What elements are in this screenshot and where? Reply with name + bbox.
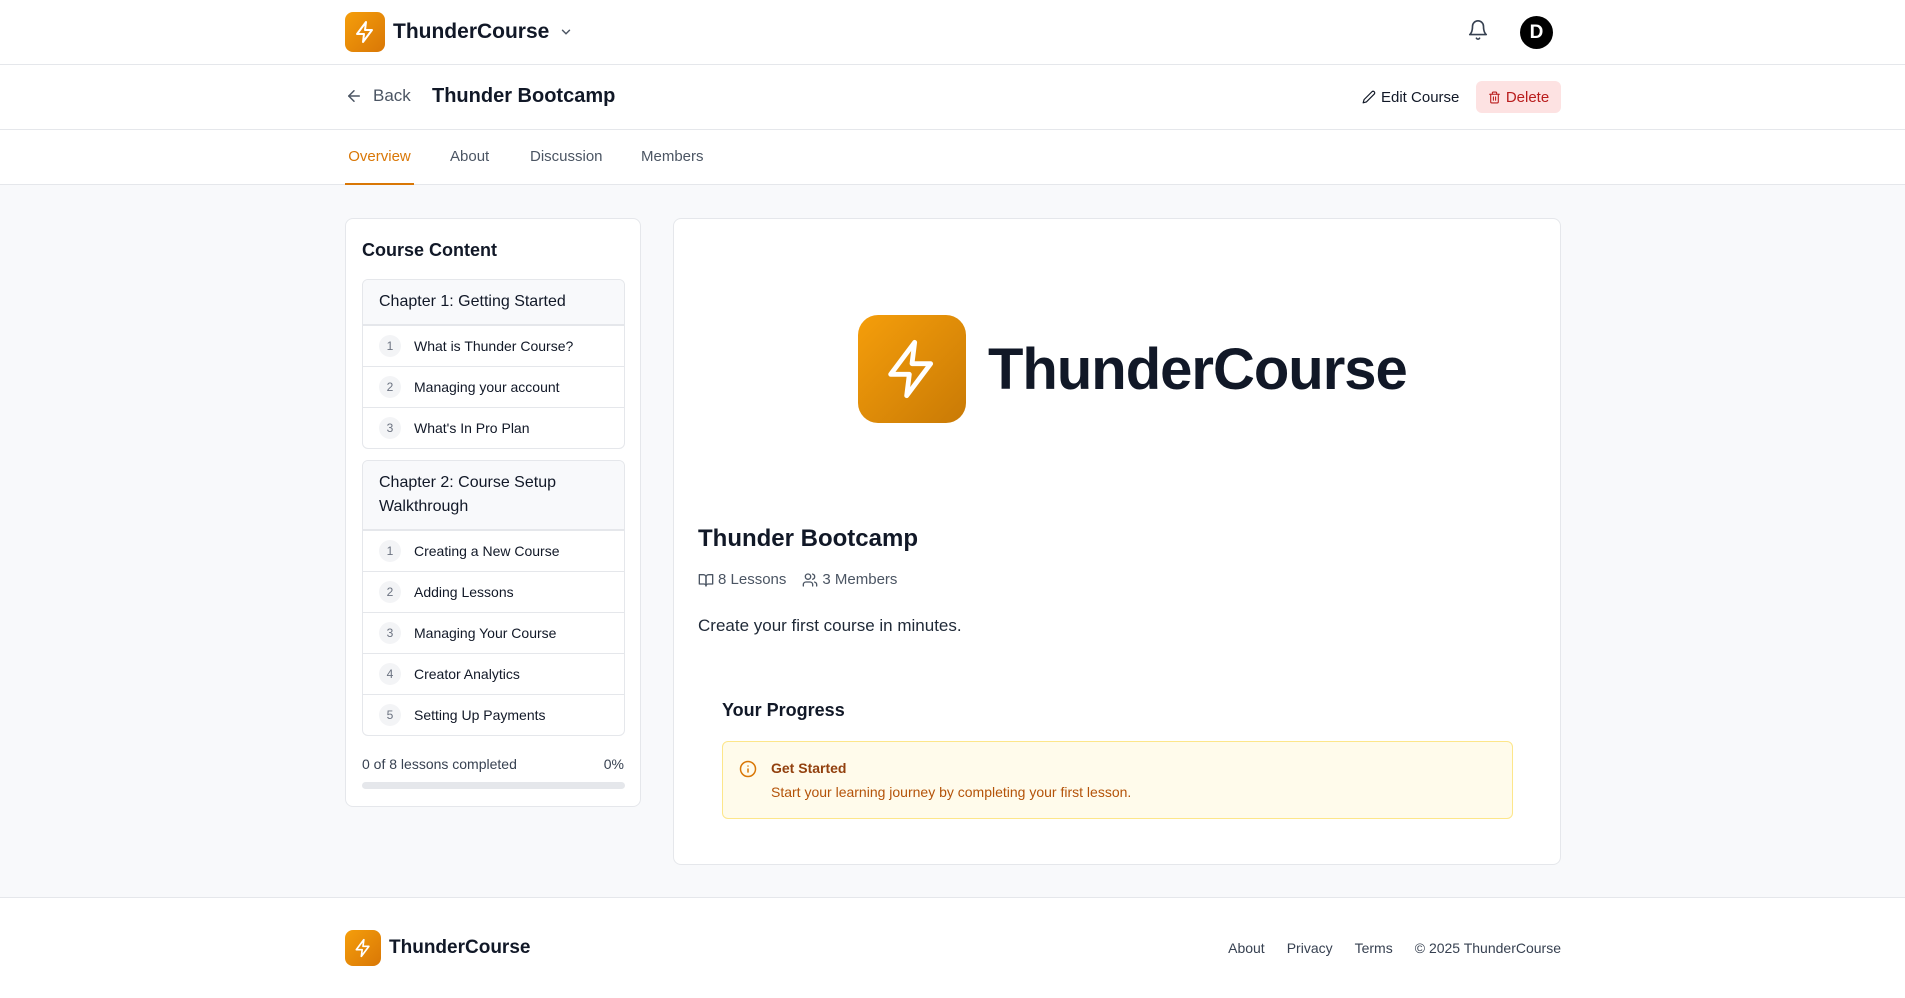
lesson-title: Managing your account (414, 379, 560, 395)
back-label: Back (373, 86, 411, 105)
edit-course-button[interactable]: Edit Course (1352, 81, 1469, 113)
lesson-number: 1 (379, 335, 401, 357)
footer-link-terms[interactable]: Terms (1355, 940, 1393, 956)
progress-bar (362, 782, 625, 789)
tab-members[interactable]: Members (641, 130, 704, 185)
lesson-title: Setting Up Payments (414, 707, 546, 723)
course-content-title: Course Content (362, 240, 497, 260)
users-icon (803, 572, 818, 587)
copyright: © 2025 ThunderCourse (1414, 940, 1561, 956)
main-area: Course Content Chapter 1: Getting Starte… (0, 185, 1905, 897)
hero-logo (858, 315, 966, 423)
chevron-down-icon (559, 25, 573, 39)
trash-icon (1488, 91, 1500, 103)
tab-bar: Overview About Discussion Members (0, 130, 1905, 185)
avatar[interactable]: D (1520, 16, 1553, 49)
bolt-icon (888, 339, 934, 399)
chapter-2: Chapter 2: Course Setup Walkthrough 1 Cr… (362, 460, 625, 736)
brand-name: ThunderCourse (393, 20, 550, 43)
progress-heading: Your Progress (722, 700, 845, 720)
footer-brand-name: ThunderCourse (389, 937, 531, 958)
lesson-number: 2 (379, 376, 401, 398)
course-hero-image: ThunderCourse (858, 315, 1408, 423)
bell-icon[interactable] (1467, 19, 1491, 43)
course-header: Back Thunder Bootcamp Edit Course Delete (0, 65, 1905, 130)
hero-brand-name: ThunderCourse (988, 336, 1408, 402)
members-count: 3 Members (802, 571, 897, 588)
footer-link-about[interactable]: About (1228, 940, 1265, 956)
lesson-item[interactable]: 2 Adding Lessons (363, 571, 624, 612)
lesson-item[interactable]: 3 What's In Pro Plan (363, 407, 624, 448)
lesson-title: Creator Analytics (414, 666, 520, 682)
back-button[interactable]: Back (345, 86, 411, 106)
lesson-item[interactable]: 1 What is Thunder Course? (363, 325, 624, 366)
tab-overview[interactable]: Overview (345, 130, 414, 185)
lesson-number: 5 (379, 704, 401, 726)
footer-brand[interactable]: ThunderCourse (345, 930, 530, 966)
course-title: Thunder Bootcamp (698, 525, 918, 552)
chapter-title[interactable]: Chapter 1: Getting Started (363, 280, 624, 325)
lesson-item[interactable]: 3 Managing Your Course (363, 612, 624, 653)
lesson-item[interactable]: 1 Creating a New Course (363, 530, 624, 571)
lesson-title: Adding Lessons (414, 584, 514, 600)
lessons-count: 8 Lessons (698, 571, 786, 588)
bolt-icon (355, 938, 370, 958)
delete-label: Delete (1505, 88, 1550, 106)
course-content-panel: Course Content Chapter 1: Getting Starte… (345, 218, 641, 807)
tab-discussion[interactable]: Discussion (530, 130, 603, 185)
lesson-number: 1 (379, 540, 401, 562)
footer-link-privacy[interactable]: Privacy (1287, 940, 1333, 956)
brand-switcher[interactable]: ThunderCourse (345, 12, 573, 52)
footer-logo (345, 930, 381, 966)
brand-logo (345, 12, 385, 52)
bolt-icon (356, 21, 373, 43)
progress-percent: 0% (603, 756, 624, 772)
course-description: Create your first course in minutes. (698, 616, 962, 635)
lesson-number: 2 (379, 581, 401, 603)
top-navbar: ThunderCourse D (0, 0, 1905, 65)
lesson-number: 4 (379, 663, 401, 685)
info-icon (739, 760, 757, 783)
footer-links: About Privacy Terms © 2025 ThunderCourse (1206, 940, 1561, 956)
lesson-item[interactable]: 2 Managing your account (363, 366, 624, 407)
lesson-number: 3 (379, 417, 401, 439)
get-started-alert: Get Started Start your learning journey … (722, 741, 1513, 819)
lesson-title: What's In Pro Plan (414, 420, 530, 436)
lesson-item[interactable]: 5 Setting Up Payments (363, 694, 624, 735)
footer: ThunderCourse About Privacy Terms © 2025… (0, 897, 1905, 998)
page-title: Thunder Bootcamp (432, 85, 616, 107)
chapter-1: Chapter 1: Getting Started 1 What is Thu… (362, 279, 625, 449)
chapter-title[interactable]: Chapter 2: Course Setup Walkthrough (363, 461, 624, 530)
tab-about[interactable]: About (450, 130, 489, 185)
edit-course-label: Edit Course (1381, 88, 1460, 106)
alert-title: Get Started (771, 760, 847, 776)
progress-text: 0 of 8 lessons completed (362, 756, 517, 772)
delete-button[interactable]: Delete (1476, 81, 1561, 113)
course-meta: 8 Lessons 3 Members (698, 571, 913, 588)
alert-text: Start your learning journey by completin… (771, 784, 1132, 800)
members-count-label: 3 Members (822, 571, 898, 588)
lesson-title: What is Thunder Course? (414, 338, 574, 354)
arrow-left-icon (348, 90, 360, 102)
lesson-title: Creating a New Course (414, 543, 560, 559)
pencil-icon (1362, 90, 1376, 104)
book-icon (698, 573, 714, 587)
lesson-number: 3 (379, 622, 401, 644)
lessons-count-label: 8 Lessons (718, 571, 787, 588)
lesson-title: Managing Your Course (414, 625, 557, 641)
course-overview-card: ThunderCourse Thunder Bootcamp 8 Lessons… (673, 218, 1561, 865)
lesson-item[interactable]: 4 Creator Analytics (363, 653, 624, 694)
